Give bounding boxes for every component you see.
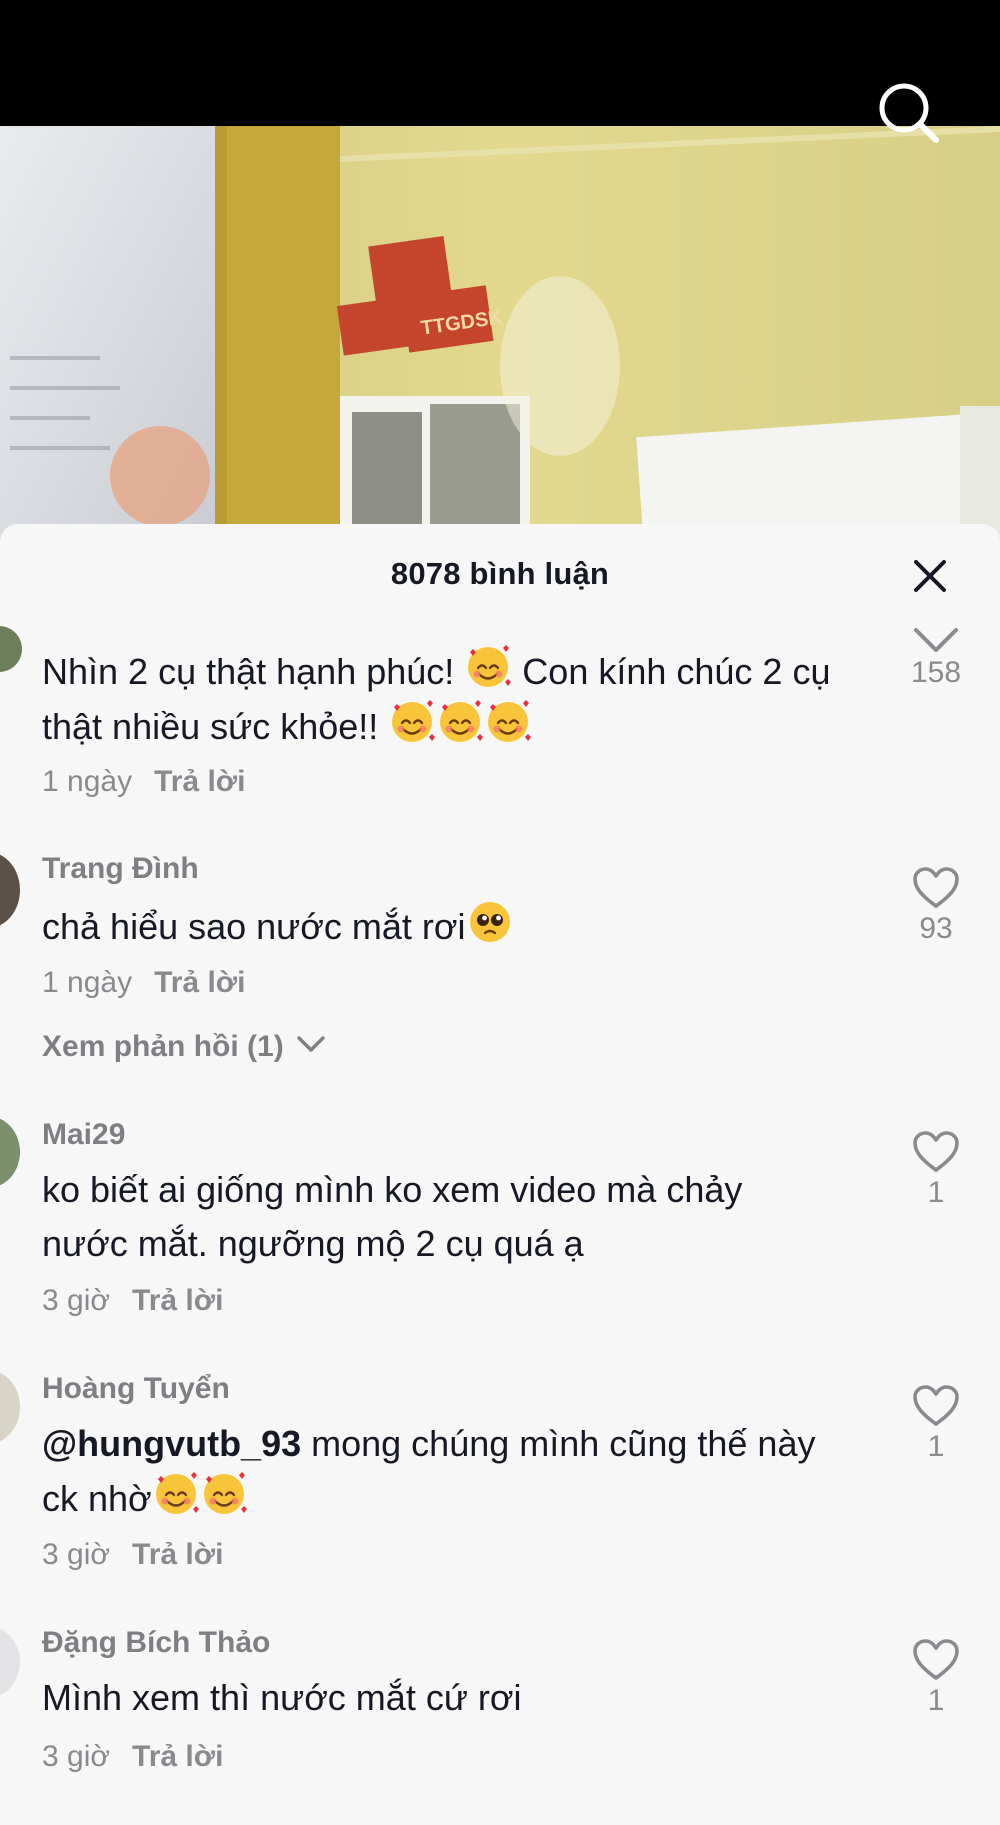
smiling-face-with-hearts-emoji xyxy=(203,1472,247,1514)
heart-icon xyxy=(913,1131,959,1172)
comment-time: 3 giờ xyxy=(42,1284,111,1317)
comment-meta: 3 giờ Trả lời xyxy=(42,1538,223,1572)
like-count: 93 xyxy=(919,912,953,945)
smiling-face-with-hearts-emoji xyxy=(392,700,436,742)
search-icon xyxy=(879,83,939,143)
like-count: 1 xyxy=(927,1430,945,1463)
comment-text-part: Nhìn 2 cụ thật hạnh phúc! xyxy=(42,651,465,692)
heart-icon xyxy=(913,1385,959,1426)
top-bar xyxy=(0,0,1000,126)
smiling-face-with-hearts-emoji xyxy=(488,700,532,742)
chevron-down-icon xyxy=(297,1036,325,1052)
smiling-face-with-hearts-emoji xyxy=(155,1472,199,1514)
reply-button[interactable]: Trả lời xyxy=(132,1740,223,1773)
reply-button[interactable]: Trả lời xyxy=(132,1284,223,1317)
view-replies-button[interactable]: Xem phản hồi (1) xyxy=(42,1030,326,1064)
comments-title: 8078 bình luận xyxy=(390,556,610,591)
comment-time: 1 ngày xyxy=(42,966,133,999)
view-replies-label: Xem phản hồi (1) xyxy=(42,1030,284,1063)
like-count: 1 xyxy=(927,1176,945,1209)
like-button[interactable]: 1 xyxy=(906,1130,966,1210)
comment-text: Mình xem thì nước mắt cứ rơi xyxy=(42,1677,522,1718)
like-count: 158 xyxy=(910,656,962,689)
pleading-face-emoji xyxy=(469,902,510,942)
comment-meta: 1 ngày Trả lời xyxy=(42,966,245,1000)
comment-text: Nhìn 2 cụ thật hạnh phúc! Con kính chúc … xyxy=(42,644,872,754)
comment-meta: 3 giờ Trả lời xyxy=(42,1284,223,1318)
comment-text: ko biết ai giống mình ko xem video mà ch… xyxy=(42,1169,743,1264)
smiling-face-with-hearts-emoji xyxy=(468,645,512,687)
heart-icon xyxy=(913,1639,959,1680)
smiling-face-with-hearts-emoji xyxy=(440,700,484,742)
like-button[interactable]: 1 xyxy=(906,1384,966,1464)
like-button[interactable]: 93 xyxy=(906,866,966,946)
like-button[interactable]: 1 xyxy=(906,1638,966,1718)
comment-time: 3 giờ xyxy=(42,1740,111,1773)
heart-icon xyxy=(913,867,959,908)
app-screen: TTGDSK 8078 bình luận Nhìn 2 cụ thật hạn xyxy=(0,0,1000,1825)
comment-username[interactable]: Hoàng Tuyển xyxy=(42,1372,230,1406)
close-button[interactable] xyxy=(910,556,950,596)
comment-meta: 3 giờ Trả lời xyxy=(42,1740,223,1774)
chevron-down-icon xyxy=(914,628,958,652)
comment-text-part: chả hiểu sao nước mắt rơi xyxy=(42,906,466,947)
video-frame-image: TTGDSK xyxy=(0,126,1000,546)
like-button[interactable]: 158 xyxy=(906,624,966,690)
search-button[interactable] xyxy=(876,80,942,146)
comment-username[interactable]: Mai29 xyxy=(42,1118,125,1152)
comment-time: 3 giờ xyxy=(42,1538,111,1571)
comment-time: 1 ngày xyxy=(42,765,133,798)
video-preview[interactable]: TTGDSK xyxy=(0,126,1000,546)
close-icon xyxy=(914,560,946,592)
comment-username[interactable]: Trang Đình xyxy=(42,852,199,886)
comment-text: chả hiểu sao nước mắt rơi xyxy=(42,899,872,954)
reply-button[interactable]: Trả lời xyxy=(132,1538,223,1571)
reply-button[interactable]: Trả lời xyxy=(154,966,245,999)
comment-text: @hungvutb_93 mong chúng mình cũng thế nà… xyxy=(42,1417,832,1526)
comment-meta: 1 ngày Trả lời xyxy=(42,765,245,799)
comment-username[interactable]: Đặng Bích Thảo xyxy=(42,1626,270,1660)
like-count: 1 xyxy=(927,1684,945,1717)
reply-button[interactable]: Trả lời xyxy=(154,765,245,798)
mention-link[interactable]: @hungvutb_93 xyxy=(42,1423,301,1464)
